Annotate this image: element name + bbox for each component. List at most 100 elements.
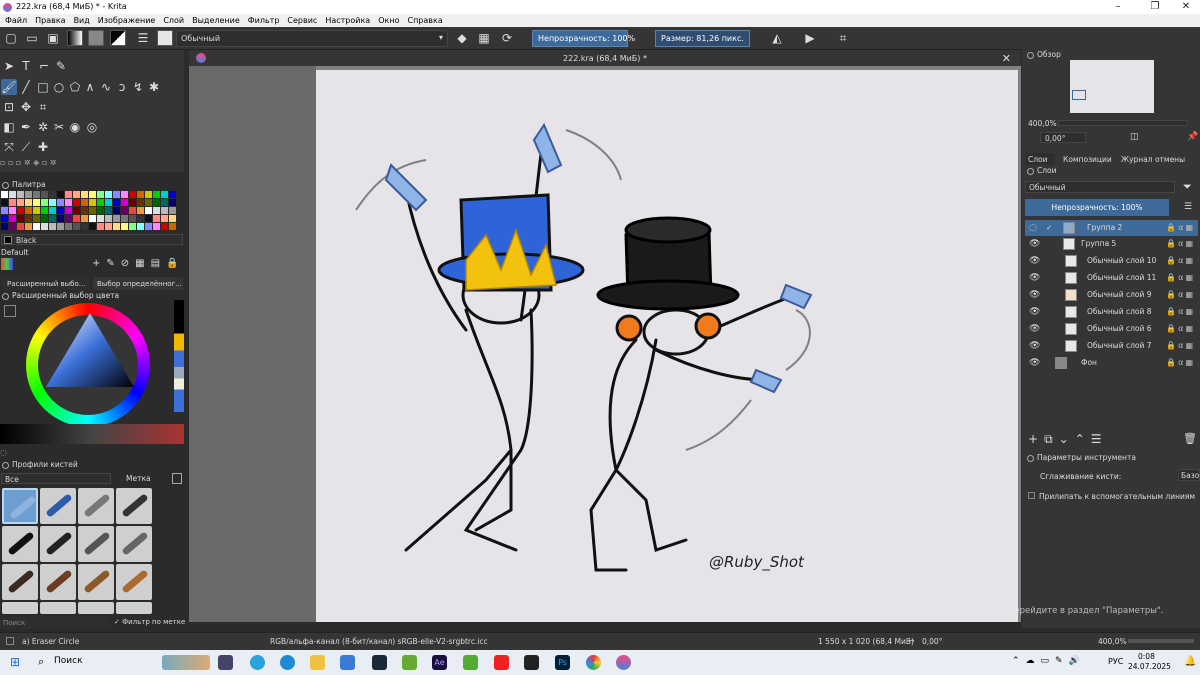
brush-preset[interactable] xyxy=(2,602,38,614)
add-swatch-icon[interactable]: + xyxy=(92,258,106,269)
palette-name[interactable]: Default xyxy=(1,248,28,257)
palette-swatch[interactable] xyxy=(129,223,136,230)
palette-swatch[interactable] xyxy=(33,223,40,230)
layer-row-normal-8[interactable]: 👁 Обычный слой 8 🔒α▦ xyxy=(1025,304,1198,320)
palette-swatch[interactable] xyxy=(49,191,56,198)
brush-preset[interactable] xyxy=(40,564,76,600)
palette-swatch[interactable] xyxy=(9,223,16,230)
palette-swatch[interactable] xyxy=(145,215,152,222)
add-layer-icon[interactable]: + xyxy=(1028,432,1044,446)
palette-swatch[interactable] xyxy=(137,199,144,206)
palette-swatch[interactable] xyxy=(49,199,56,206)
palette-swatch[interactable] xyxy=(81,191,88,198)
brush-preset[interactable] xyxy=(40,488,76,524)
palette-swatch[interactable] xyxy=(113,191,120,198)
freehand-brush-tool-icon[interactable]: 🖌 xyxy=(1,79,17,95)
palette-swatch[interactable] xyxy=(73,207,80,214)
palette-swatch[interactable] xyxy=(1,199,8,206)
rotation-icon[interactable]: ↔ xyxy=(908,636,914,645)
eraser-mode-icon[interactable]: ◆ xyxy=(455,31,469,45)
palette-swatch[interactable] xyxy=(65,191,72,198)
clock-time[interactable]: 0:08 xyxy=(1138,652,1155,661)
after-effects-icon[interactable]: Ae xyxy=(432,655,447,670)
palette-swatch[interactable] xyxy=(17,191,24,198)
overview-rotation-input[interactable]: 0,00° xyxy=(1040,132,1086,143)
palette-swatch[interactable] xyxy=(17,215,24,222)
palette-swatch[interactable] xyxy=(145,191,152,198)
palette-swatch[interactable] xyxy=(1,223,8,230)
palette-swatch[interactable] xyxy=(57,191,64,198)
close-document-button[interactable]: ✕ xyxy=(1002,52,1011,65)
visibility-icon[interactable]: 👁 xyxy=(1029,273,1040,283)
windows-start-icon[interactable]: ⊞ xyxy=(10,655,20,669)
palette-swatch[interactable] xyxy=(73,215,80,222)
new-document-icon[interactable]: ▢ xyxy=(4,31,18,45)
palette-swatches[interactable] xyxy=(1,191,176,231)
palette-swatch[interactable] xyxy=(25,223,32,230)
select-shapes-tool-icon[interactable]: ➤ xyxy=(1,58,17,74)
panel-float-icon[interactable] xyxy=(2,293,9,300)
search-icon[interactable]: ⌕ xyxy=(38,655,44,669)
palette-swatch[interactable] xyxy=(97,199,104,206)
brush-preset[interactable] xyxy=(78,602,114,614)
brush-preset[interactable] xyxy=(2,564,38,600)
menu-layer[interactable]: Слой xyxy=(163,16,184,25)
fg-bg-color-swatch[interactable] xyxy=(110,30,126,46)
palette-swatch[interactable] xyxy=(9,191,16,198)
reference-tool-icon[interactable]: ✚ xyxy=(35,139,51,155)
remove-swatch-icon[interactable]: ⊘ xyxy=(121,258,135,269)
brush-filter-combo[interactable]: Все xyxy=(1,473,111,484)
bezier-tool-icon[interactable]: ∿ xyxy=(98,79,114,95)
wrap-around-icon[interactable]: ⌗ xyxy=(836,31,850,45)
grid-view-icon[interactable]: ▦ xyxy=(135,258,150,269)
ellipse-tool-icon[interactable]: ○ xyxy=(51,79,67,95)
krita-taskbar-icon[interactable] xyxy=(616,655,631,670)
photoshop-icon[interactable]: Ps xyxy=(555,655,570,670)
dynamic-brush-tool-icon[interactable]: ↯ xyxy=(130,79,146,95)
panel-float-icon[interactable] xyxy=(2,462,9,469)
palette-swatch[interactable] xyxy=(25,199,32,206)
palette-swatch[interactable] xyxy=(9,207,16,214)
palette-swatch[interactable] xyxy=(169,207,176,214)
palette-swatch[interactable] xyxy=(1,207,8,214)
mirror-vertical-icon[interactable]: ▶ xyxy=(803,31,817,45)
palette-swatch[interactable] xyxy=(105,223,112,230)
palette-swatch[interactable] xyxy=(41,207,48,214)
color-space-label[interactable]: RGB/альфа-канал (8-бит/канал) sRGB-elle-… xyxy=(270,637,488,646)
task-view-icon[interactable] xyxy=(218,655,233,670)
brush-preset-swatch[interactable] xyxy=(157,30,173,46)
minecraft-icon[interactable] xyxy=(402,655,417,670)
visibility-icon[interactable]: ◌ xyxy=(1029,223,1037,233)
taskbar-search[interactable]: Поиск xyxy=(54,656,83,666)
overview-zoom-value[interactable]: 400,0% xyxy=(1028,119,1057,128)
color-selector-settings-icon[interactable] xyxy=(4,305,16,317)
palette-swatch[interactable] xyxy=(33,207,40,214)
visibility-icon[interactable]: 👁 xyxy=(1029,358,1040,368)
palette-swatch[interactable] xyxy=(73,199,80,206)
menu-filter[interactable]: Фильтр xyxy=(248,16,280,25)
widgets-icon[interactable] xyxy=(162,655,210,670)
layer-lock-icon[interactable]: 🔒α▦ xyxy=(1166,290,1195,299)
palette-swatch[interactable] xyxy=(41,199,48,206)
palette-swatch[interactable] xyxy=(129,199,136,206)
palette-swatch[interactable] xyxy=(169,199,176,206)
brush-settings-icon[interactable] xyxy=(172,473,182,484)
palette-swatch[interactable] xyxy=(57,215,64,222)
palette-swatch[interactable] xyxy=(49,223,56,230)
palette-swatch[interactable] xyxy=(65,199,72,206)
palette-swatch[interactable] xyxy=(41,223,48,230)
brush-preset[interactable] xyxy=(116,488,152,524)
tag-button[interactable]: Метка xyxy=(116,473,168,484)
layer-lock-icon[interactable]: 🔒α▦ xyxy=(1166,358,1195,367)
layer-lock-icon[interactable]: 🔒α▦ xyxy=(1166,273,1195,282)
layer-blend-mode-combo[interactable]: Обычный xyxy=(1025,181,1175,193)
palette-swatch[interactable] xyxy=(73,223,80,230)
palette-swatch[interactable] xyxy=(81,223,88,230)
palette-swatch[interactable] xyxy=(161,199,168,206)
color-history-icon[interactable]: ◌ xyxy=(0,448,184,457)
palette-swatch[interactable] xyxy=(57,207,64,214)
palette-swatch[interactable] xyxy=(17,223,24,230)
gradient-tool-icon[interactable]: ◧ xyxy=(1,119,17,135)
palette-swatch[interactable] xyxy=(153,207,160,214)
calligraphy-tool-icon[interactable]: ✎ xyxy=(53,58,69,74)
